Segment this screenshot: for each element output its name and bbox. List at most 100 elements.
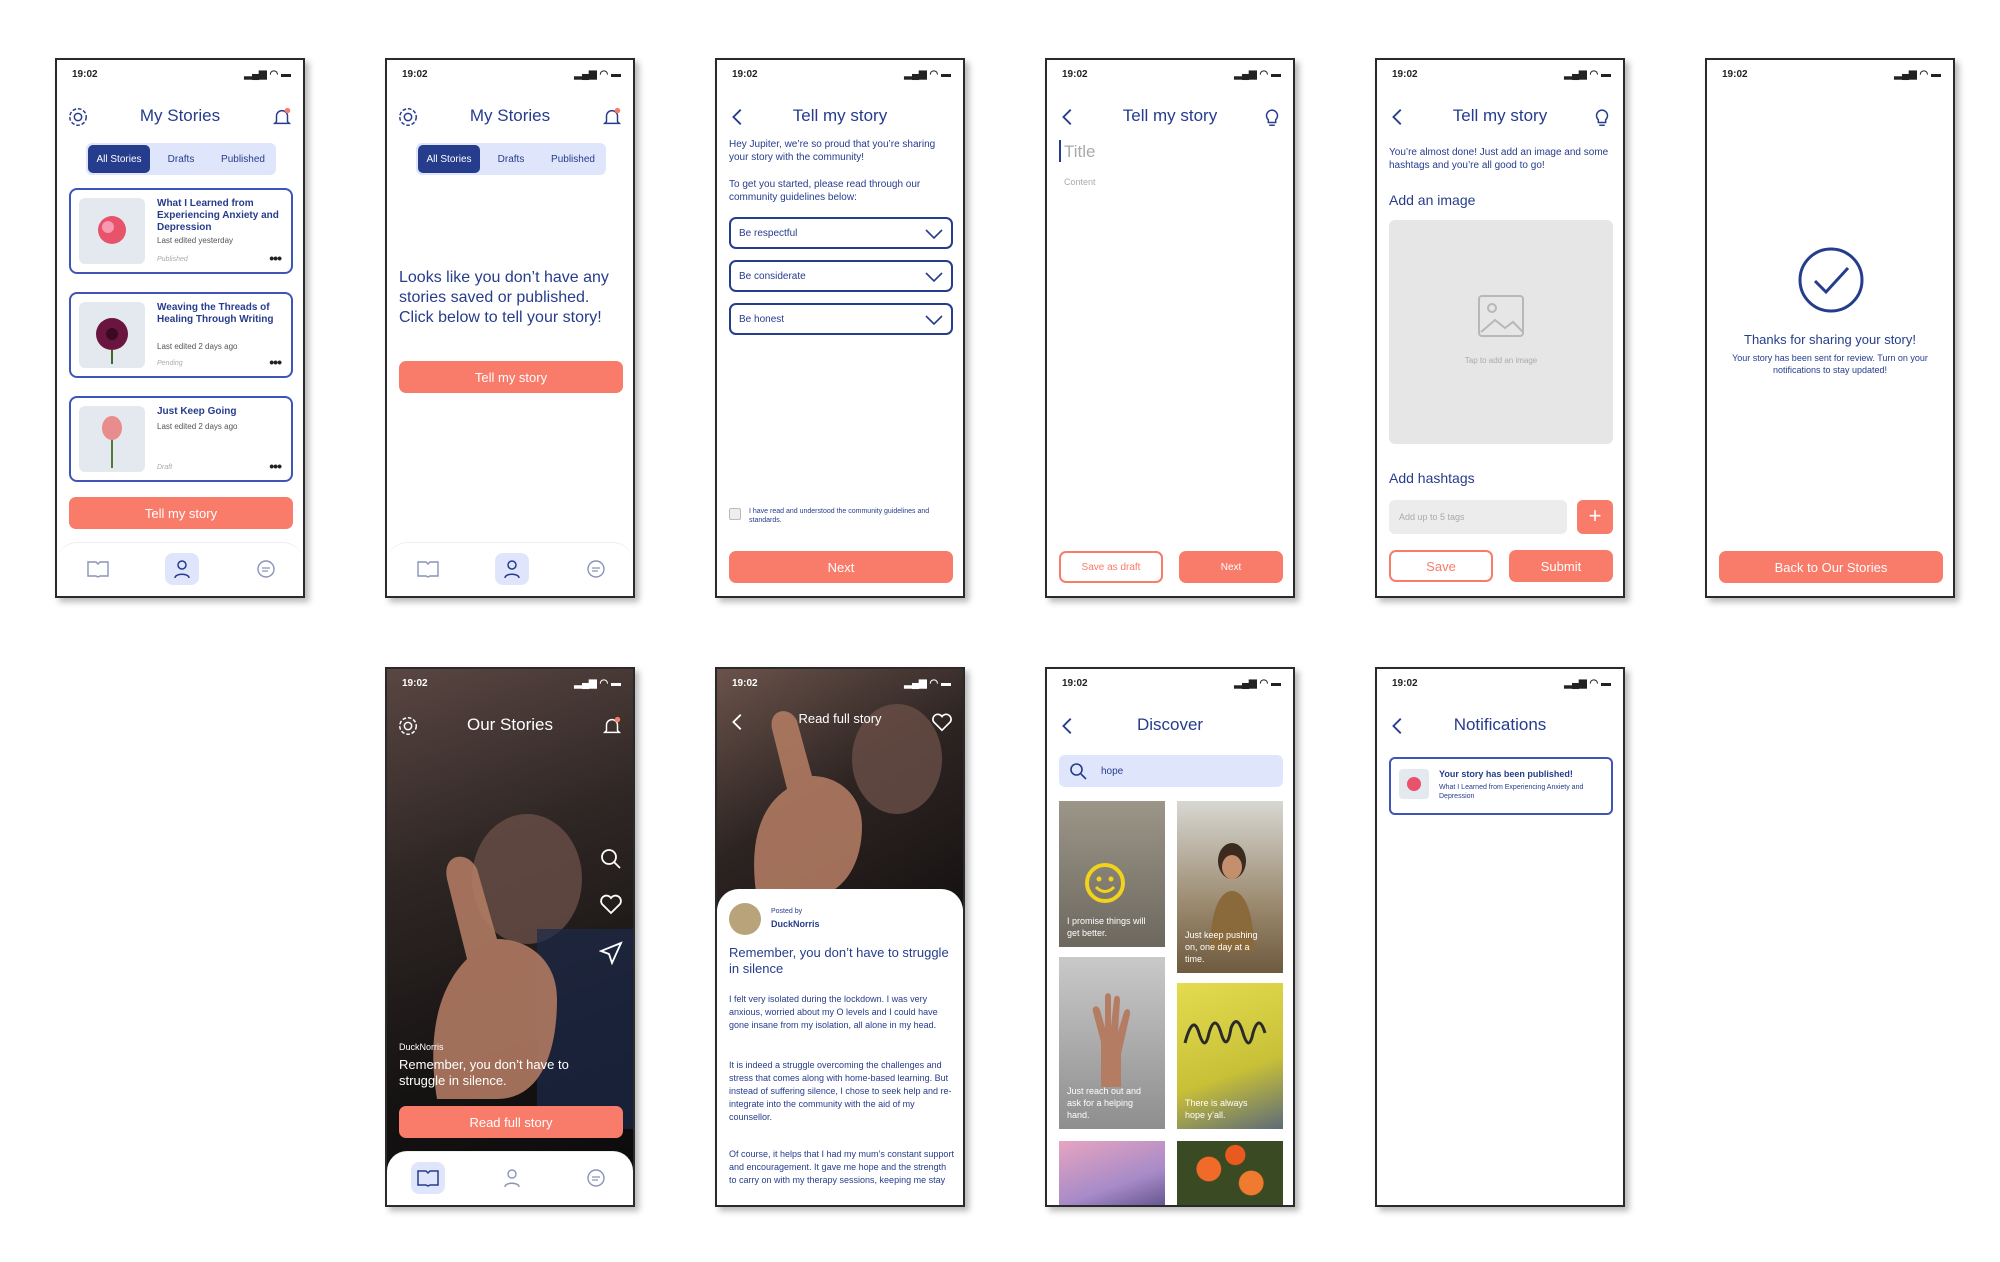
back-to-stories-button[interactable]: Back to Our Stories xyxy=(1719,551,1943,583)
story-quote: Remember, you don’t have to struggle in … xyxy=(399,1057,569,1088)
posted-by-label: Posted by xyxy=(771,908,803,915)
profile-icon[interactable] xyxy=(495,1162,529,1194)
screen-my-stories: 19:02 ▂▄▆ ◠ ▬ My Stories All Stories Draf… xyxy=(55,58,305,598)
heart-icon[interactable] xyxy=(599,893,623,915)
screen-guidelines: 19:02 ▂▄▆ ◠ ▬ Tell my story Hey Jupiter, … xyxy=(715,58,965,598)
more-options-icon[interactable]: ••• xyxy=(269,458,282,474)
book-icon[interactable] xyxy=(411,1162,445,1194)
more-options-icon[interactable]: ••• xyxy=(269,250,282,266)
signal-wifi-battery-icon: ▂▄▆ ◠ ▬ xyxy=(904,69,951,80)
status-bar: 19:02 ▂▄▆ ◠ ▬ xyxy=(402,69,621,80)
guideline-honest-dropdown[interactable]: Be honest xyxy=(729,303,953,335)
lightbulb-icon[interactable] xyxy=(1591,106,1613,128)
story-tile[interactable]: I promise things will get better. xyxy=(1059,801,1165,947)
screen-thanks: 19:02 ▂▄▆ ◠ ▬ Thanks for sharing your sto… xyxy=(1705,58,1955,598)
image-upload-area[interactable]: Tap to add an image xyxy=(1389,220,1613,444)
story-card[interactable]: What I Learned from Experiencing Anxiety… xyxy=(69,188,293,274)
content-input[interactable]: Content xyxy=(1064,176,1096,189)
hashtag-input[interactable]: Add up to 5 tags xyxy=(1389,500,1567,534)
more-options-icon[interactable]: ••• xyxy=(269,354,282,370)
book-icon[interactable] xyxy=(411,553,445,585)
bell-icon[interactable] xyxy=(601,715,623,737)
heart-icon[interactable] xyxy=(931,711,953,733)
page-title: My Stories xyxy=(139,106,221,125)
lightbulb-icon[interactable] xyxy=(1261,106,1283,128)
avatar xyxy=(729,903,761,935)
profile-icon[interactable] xyxy=(495,553,529,585)
story-meta: Last edited 2 days ago xyxy=(157,342,238,351)
tab-published[interactable]: Published xyxy=(212,145,274,173)
bell-icon[interactable] xyxy=(271,106,293,128)
screen-notifications: 19:02 ▂▄▆ ◠ ▬ Notifications Your story ha… xyxy=(1375,667,1625,1207)
tell-my-story-button[interactable]: Tell my story xyxy=(69,497,293,529)
tab-all-stories[interactable]: All Stories xyxy=(418,145,480,173)
story-paragraph-1: I felt very isolated during the lockdown… xyxy=(729,994,938,1030)
next-button[interactable]: Next xyxy=(1179,551,1283,583)
intro-text: You’re almost done! Just add an image an… xyxy=(1389,147,1609,171)
search-icon xyxy=(1070,763,1087,780)
story-card[interactable]: Weaving the Threads of Healing Through W… xyxy=(69,292,293,378)
author-name[interactable]: DuckNorris xyxy=(771,918,820,931)
screen-my-stories-empty: 19:02 ▂▄▆ ◠ ▬ My Stories All Stories Draf… xyxy=(385,58,635,598)
guidelines-checkbox[interactable] xyxy=(729,508,741,520)
tell-my-story-button[interactable]: Tell my story xyxy=(399,361,623,393)
bell-icon[interactable] xyxy=(601,106,623,128)
story-tile[interactable]: Just reach out and ask for a helping han… xyxy=(1059,957,1165,1129)
screen-add-image: 19:02 ▂▄▆ ◠ ▬ Tell my story You’re almost… xyxy=(1375,58,1625,598)
status-bar: 19:02 ▂▄▆ ◠ ▬ xyxy=(1392,678,1611,689)
story-tile[interactable] xyxy=(1059,1141,1165,1205)
send-icon[interactable] xyxy=(599,941,623,965)
notification-thumbnail xyxy=(1399,769,1429,799)
header: My Stories xyxy=(387,98,633,134)
tile-caption: I promise things will get better. xyxy=(1067,916,1146,938)
profile-icon[interactable] xyxy=(165,553,199,585)
notification-card[interactable]: Your story has been published! What I Le… xyxy=(1389,757,1613,815)
tab-drafts[interactable]: Drafts xyxy=(480,145,542,173)
signal-wifi-battery-icon: ▂▄▆ ◠ ▬ xyxy=(244,69,291,80)
add-tag-button[interactable]: + xyxy=(1577,500,1613,534)
tile-caption: There is always hope y’all. xyxy=(1185,1098,1248,1120)
status-bar: 19:02 ▂▄▆ ◠ ▬ xyxy=(72,69,291,80)
book-icon[interactable] xyxy=(81,553,115,585)
chat-icon[interactable] xyxy=(579,553,613,585)
tab-all-stories[interactable]: All Stories xyxy=(88,145,150,173)
status-bar: 19:02 ▂▄▆ ◠ ▬ xyxy=(732,678,951,689)
search-icon[interactable] xyxy=(599,847,623,871)
screen-discover: 19:02 ▂▄▆ ◠ ▬ Discover hope I promise thi… xyxy=(1045,667,1295,1207)
tile-caption: Just keep pushing on, one day at a time. xyxy=(1185,930,1258,964)
tab-published[interactable]: Published xyxy=(542,145,604,173)
review-message: Your story has been sent for review. Tur… xyxy=(1732,353,1928,375)
story-tile[interactable] xyxy=(1177,1141,1283,1205)
story-card[interactable]: Just Keep Going Last edited 2 days ago D… xyxy=(69,396,293,482)
page-title: My Stories xyxy=(469,106,551,125)
story-thumbnail xyxy=(79,302,145,368)
guideline-respectful-dropdown[interactable]: Be respectful xyxy=(729,217,953,249)
chevron-down-icon xyxy=(925,229,943,240)
story-content-panel: Posted by DuckNorris Remember, you don’t… xyxy=(717,889,963,1205)
next-button[interactable]: Next xyxy=(729,551,953,583)
submit-button[interactable]: Submit xyxy=(1509,550,1613,582)
title-input[interactable]: Title xyxy=(1064,142,1096,162)
chat-icon[interactable] xyxy=(249,553,283,585)
story-paragraph-2: It is indeed a struggle overcoming the c… xyxy=(729,1060,952,1122)
search-input[interactable]: hope xyxy=(1059,755,1283,787)
signal-wifi-battery-icon: ▂▄▆ ◠ ▬ xyxy=(1234,678,1281,689)
header: My Stories xyxy=(57,98,303,134)
page-title: Tell my story xyxy=(1452,106,1548,125)
story-headline: Remember, you don’t have to struggle in … xyxy=(729,945,949,976)
header: Discover xyxy=(1047,707,1293,743)
save-button[interactable]: Save xyxy=(1389,550,1493,582)
header: Notifications xyxy=(1377,707,1623,743)
read-full-story-button[interactable]: Read full story xyxy=(399,1106,623,1138)
chat-icon[interactable] xyxy=(579,1162,613,1194)
header: Tell my story xyxy=(1377,98,1623,134)
story-tile[interactable]: Just keep pushing on, one day at a time. xyxy=(1177,801,1283,973)
save-draft-button[interactable]: Save as draft xyxy=(1059,551,1163,583)
screen-read-full-story: 19:02 ▂▄▆ ◠ ▬ Read full story Posted by D… xyxy=(715,667,965,1207)
signal-wifi-battery-icon: ▂▄▆ ◠ ▬ xyxy=(1894,69,1941,80)
tab-drafts[interactable]: Drafts xyxy=(150,145,212,173)
guideline-considerate-dropdown[interactable]: Be considerate xyxy=(729,260,953,292)
header: Our Stories xyxy=(387,707,633,743)
story-tile[interactable]: There is always hope y’all. xyxy=(1177,983,1283,1129)
story-title: What I Learned from Experiencing Anxiety… xyxy=(157,198,279,233)
